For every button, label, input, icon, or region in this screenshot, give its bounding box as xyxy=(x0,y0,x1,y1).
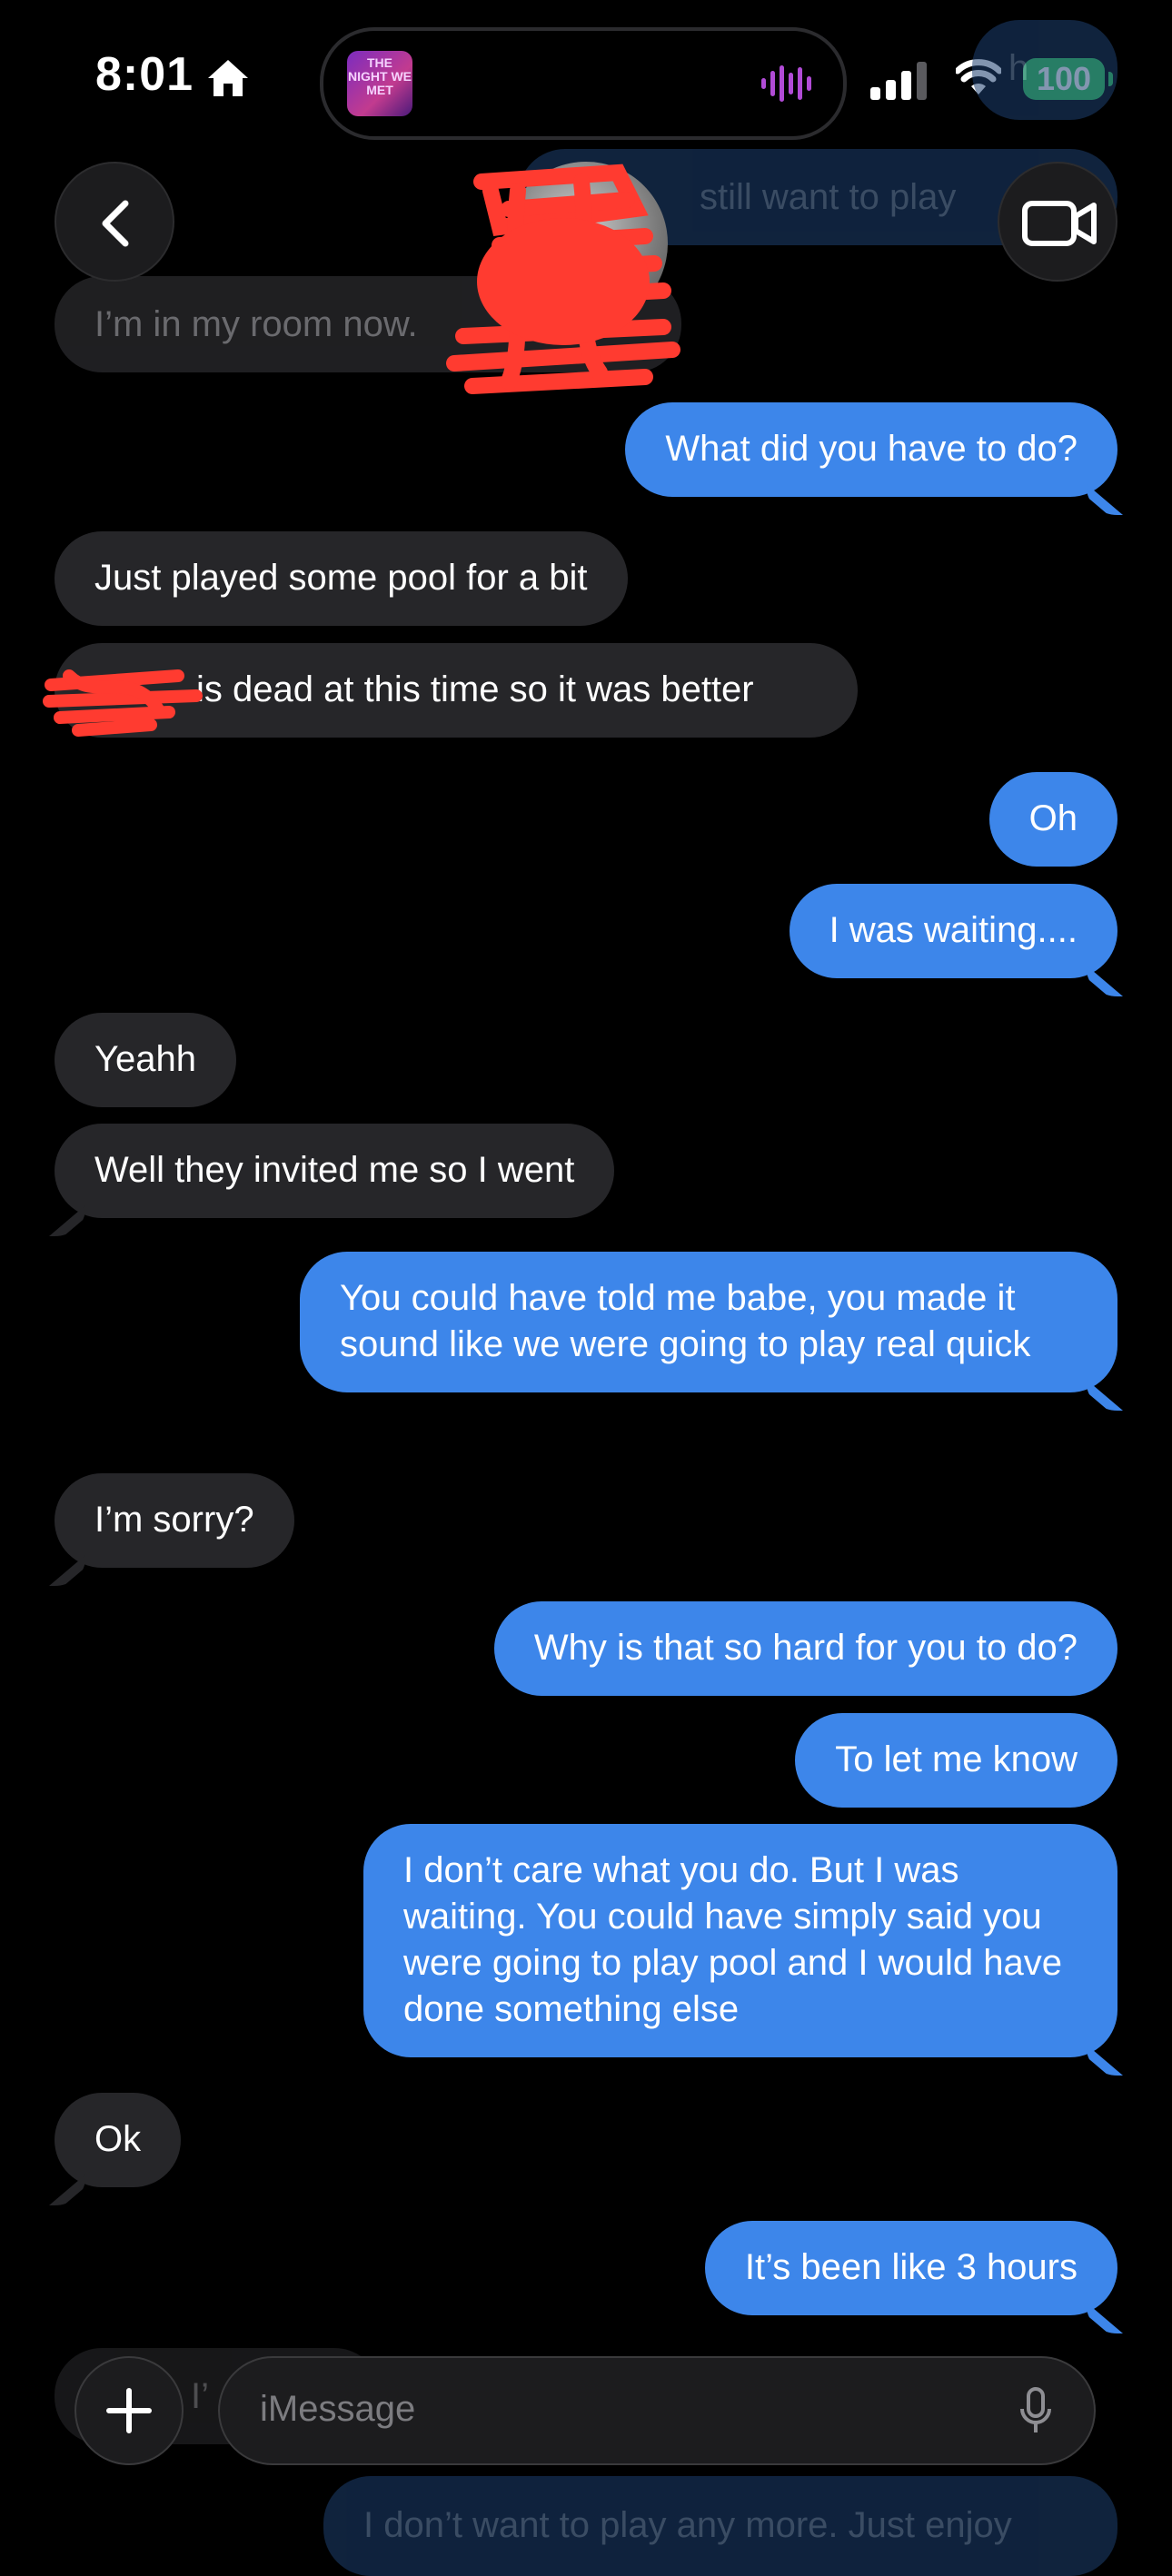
message-outgoing: It’s been like 3 hours xyxy=(704,2221,1117,2315)
waveform-icon xyxy=(761,65,811,102)
home-icon xyxy=(208,60,248,96)
message-outgoing: Oh xyxy=(988,772,1117,867)
message-outgoing: To let me know xyxy=(795,1713,1117,1808)
message-outgoing: I don’t care what you do. But I was wait… xyxy=(363,1824,1117,2057)
message-incoming: Just played some pool for a bit xyxy=(55,531,628,626)
message-input-placeholder: iMessage xyxy=(260,2389,416,2429)
ghost-bubble-top-small: h xyxy=(972,20,1117,120)
redaction-scribble xyxy=(446,163,680,394)
back-chevron-icon xyxy=(102,200,129,247)
status-time: 8:01 xyxy=(95,48,194,101)
dynamic-island[interactable]: THE NIGHT WE MET xyxy=(320,27,847,140)
redaction-scribble xyxy=(43,669,203,737)
video-call-button[interactable] xyxy=(998,162,1117,282)
back-button[interactable] xyxy=(55,162,174,282)
message-outgoing: What did you have to do? xyxy=(625,402,1117,497)
plus-icon xyxy=(106,2388,152,2433)
add-attachment-button[interactable] xyxy=(74,2356,184,2465)
message-incoming: I’m sorry? xyxy=(55,1473,294,1568)
message-outgoing: You could have told me babe, you made it… xyxy=(300,1252,1117,1392)
message-input[interactable]: iMessage xyxy=(218,2356,1096,2465)
message-incoming: Ok xyxy=(55,2093,182,2187)
cellular-signal-icon xyxy=(870,62,927,100)
message-outgoing: I was waiting.... xyxy=(789,884,1117,978)
message-incoming: Yeahh xyxy=(55,1013,236,1107)
message-outgoing: Why is that so hard for you to do? xyxy=(493,1601,1117,1696)
message-incoming: Well they invited me so I went xyxy=(55,1124,615,1218)
video-camera-icon xyxy=(1022,201,1097,246)
ghost-bubble-bottom-right: I don’t want to play any more. Just enjo… xyxy=(323,2476,1117,2576)
microphone-icon[interactable] xyxy=(1018,2385,1054,2436)
now-playing-artwork: THE NIGHT WE MET xyxy=(347,51,412,116)
message-text: is dead at this time so it was better xyxy=(196,669,754,709)
